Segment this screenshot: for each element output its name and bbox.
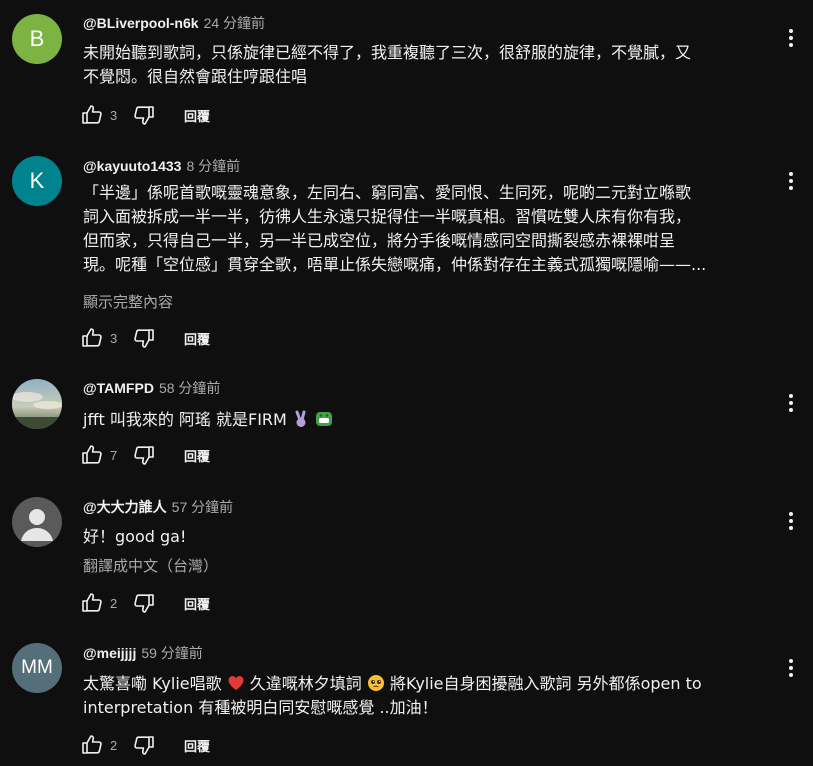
avatar[interactable] (12, 497, 62, 547)
comment-author[interactable]: @TAMFPD (83, 380, 154, 396)
comment-actions: 3 回覆 (78, 324, 210, 352)
comment-time[interactable]: 8 分鐘前 (186, 158, 240, 174)
like-button[interactable] (78, 101, 106, 129)
comment-header: @meijjjj 59 分鐘前 (83, 644, 203, 662)
like-count: 2 (110, 737, 118, 753)
avatar-initials: MM (21, 657, 53, 678)
like-button[interactable] (78, 589, 106, 617)
avatar-initial: K (29, 168, 45, 193)
comment-text: 好！good ga! (83, 525, 763, 549)
thumbs-up-icon (82, 445, 102, 464)
comment-time[interactable]: 57 分鐘前 (172, 499, 233, 515)
like-count: 7 (110, 447, 118, 463)
comment-author[interactable]: @BLiverpool-n6k (83, 15, 199, 31)
comment-text-line: 太驚喜嘞 Kylie唱歌 久違嘅林夕填詞 將Kylie自身困擾融入歌詞 另外都係… (83, 672, 763, 696)
thumbs-up-icon (82, 328, 102, 347)
comment-text: jfft 叫我來的 阿瑤 就是FIRM (83, 408, 763, 432)
like-count: 3 (110, 107, 118, 123)
comment-text-line: interpretation 有種被明白同安慰嘅感覺 ..加油！ (83, 698, 438, 717)
comment-thread: K @kayuuto1433 8 分鐘前 「半邊」係呢首歌嘅靈魂意象，左同右、窮同… (0, 140, 813, 365)
comment-text-line: jfft 叫我來的 阿瑤 就是FIRM (83, 410, 287, 429)
thumbs-up-icon (82, 105, 102, 124)
comment-menu-button[interactable] (783, 25, 799, 51)
grinning-green-emoji (316, 412, 333, 426)
comment-thread: @大大力誰人 57 分鐘前 好！good ga! 翻譯成中文（台灣） 2 回覆 (0, 485, 813, 630)
like-count: 3 (110, 330, 118, 346)
reply-button[interactable]: 回覆 (184, 329, 210, 348)
avatar[interactable]: K (12, 156, 62, 206)
default-avatar-icon (21, 509, 53, 541)
more-vert-icon (789, 172, 793, 190)
reply-button[interactable]: 回覆 (184, 736, 210, 755)
comment-text-line: 未開始聽到歌詞，只係旋律已經不得了，我重複聽了三次，很舒服的旋律，不覺膩，又 (83, 43, 692, 62)
comment-text: 未開始聽到歌詞，只係旋律已經不得了，我重複聽了三次，很舒服的旋律，不覺膩，又 不… (83, 41, 763, 89)
like-button[interactable] (78, 731, 106, 759)
avatar-initial: B (29, 26, 45, 51)
comment-text-segment: 久違嘅林夕填詞 (244, 674, 362, 693)
more-vert-icon (789, 659, 793, 677)
dislike-button[interactable] (130, 731, 158, 759)
avatar-photo (12, 379, 62, 429)
comment-author[interactable]: @meijjjj (83, 645, 136, 661)
comment-time[interactable]: 58 分鐘前 (159, 380, 220, 396)
comment-menu-button[interactable] (783, 655, 799, 681)
comment-header: @大大力誰人 57 分鐘前 (83, 498, 233, 516)
comment-actions: 2 回覆 (78, 589, 210, 617)
comment-text-line: 不覺悶。很自然會跟住哼跟住唱 (83, 67, 308, 86)
like-button[interactable] (78, 441, 106, 469)
thumbs-down-icon (134, 106, 154, 125)
comment-actions: 7 回覆 (78, 441, 210, 469)
more-vert-icon (789, 29, 793, 47)
comment-text: 「半邊」係呢首歌嘅靈魂意象，左同右、窮同富、愛同恨、生同死，呢啲二元對立喺歌 詞… (83, 181, 763, 277)
comment-thread: @TAMFPD 58 分鐘前 jfft 叫我來的 阿瑤 就是FIRM 7 回覆 (0, 365, 813, 485)
comment-author[interactable]: @大大力誰人 (83, 499, 167, 515)
reply-button[interactable]: 回覆 (184, 594, 210, 613)
thumbs-down-icon (134, 446, 154, 465)
more-vert-icon (789, 394, 793, 412)
like-count: 2 (110, 595, 118, 611)
comment-thread: MM @meijjjj 59 分鐘前 太驚喜嘞 Kylie唱歌 久違嘅林夕填詞 將… (0, 630, 813, 766)
comment-text-line: 但而家，只得自己一半，另一半已成空位，將分手後嘅情感同空間撕裂感赤裸裸咁呈 (83, 231, 676, 250)
dislike-button[interactable] (130, 441, 158, 469)
comment-text-line: 「半邊」係呢首歌嘅靈魂意象，左同右、窮同富、愛同恨、生同死，呢啲二元對立喺歌 (83, 183, 692, 202)
pleading-face-emoji (367, 675, 384, 691)
avatar[interactable]: MM (12, 643, 62, 693)
translate-link[interactable]: 翻譯成中文（台灣） (83, 555, 218, 576)
thumbs-down-icon (134, 594, 154, 613)
avatar[interactable] (12, 379, 62, 429)
comment-menu-button[interactable] (783, 390, 799, 416)
comment-text-line: 好！good ga! (83, 527, 187, 546)
thumbs-down-icon (134, 329, 154, 348)
dislike-button[interactable] (130, 589, 158, 617)
reply-button[interactable]: 回覆 (184, 446, 210, 465)
comment-menu-button[interactable] (783, 168, 799, 194)
reply-button[interactable]: 回覆 (184, 106, 210, 125)
comment-author[interactable]: @kayuuto1433 (83, 158, 181, 174)
dislike-button[interactable] (130, 324, 158, 352)
thumbs-up-icon (82, 593, 102, 612)
comment-text-segment: 將Kylie自身困擾融入歌詞 另外都係open to (384, 674, 702, 693)
comment-text-segment: 太驚喜嘞 Kylie唱歌 (83, 674, 222, 693)
comment-header: @kayuuto1433 8 分鐘前 (83, 157, 240, 175)
read-more-link[interactable]: 顯示完整內容 (83, 291, 173, 312)
comment-text: 太驚喜嘞 Kylie唱歌 久違嘅林夕填詞 將Kylie自身困擾融入歌詞 另外都係… (83, 672, 763, 720)
thumbs-down-icon (134, 736, 154, 755)
comment-actions: 2 回覆 (78, 731, 210, 759)
red-heart-emoji (228, 676, 244, 690)
comment-header: @BLiverpool-n6k 24 分鐘前 (83, 14, 265, 32)
comment-text-line: 詞入面被拆成一半一半，彷彿人生永遠只捉得住一半嘅真相。習慣咗雙人床有你有我， (83, 207, 692, 226)
more-vert-icon (789, 512, 793, 530)
comment-text-line: 現。呢種「空位感」貫穿全歌，唔單止係失戀嘅痛，仲係對存在主義式孤獨嘅隱喻——..… (83, 255, 707, 274)
thumbs-up-icon (82, 735, 102, 754)
comment-header: @TAMFPD 58 分鐘前 (83, 379, 220, 397)
comment-time[interactable]: 24 分鐘前 (204, 15, 265, 31)
comment-menu-button[interactable] (783, 508, 799, 534)
dislike-button[interactable] (130, 101, 158, 129)
like-button[interactable] (78, 324, 106, 352)
comment-time[interactable]: 59 分鐘前 (141, 645, 202, 661)
avatar[interactable]: B (12, 14, 62, 64)
comment-thread: B @BLiverpool-n6k 24 分鐘前 未開始聽到歌詞，只係旋律已經不得… (0, 0, 813, 140)
comment-actions: 3 回覆 (78, 101, 210, 129)
victory-hand-emoji (295, 410, 306, 427)
